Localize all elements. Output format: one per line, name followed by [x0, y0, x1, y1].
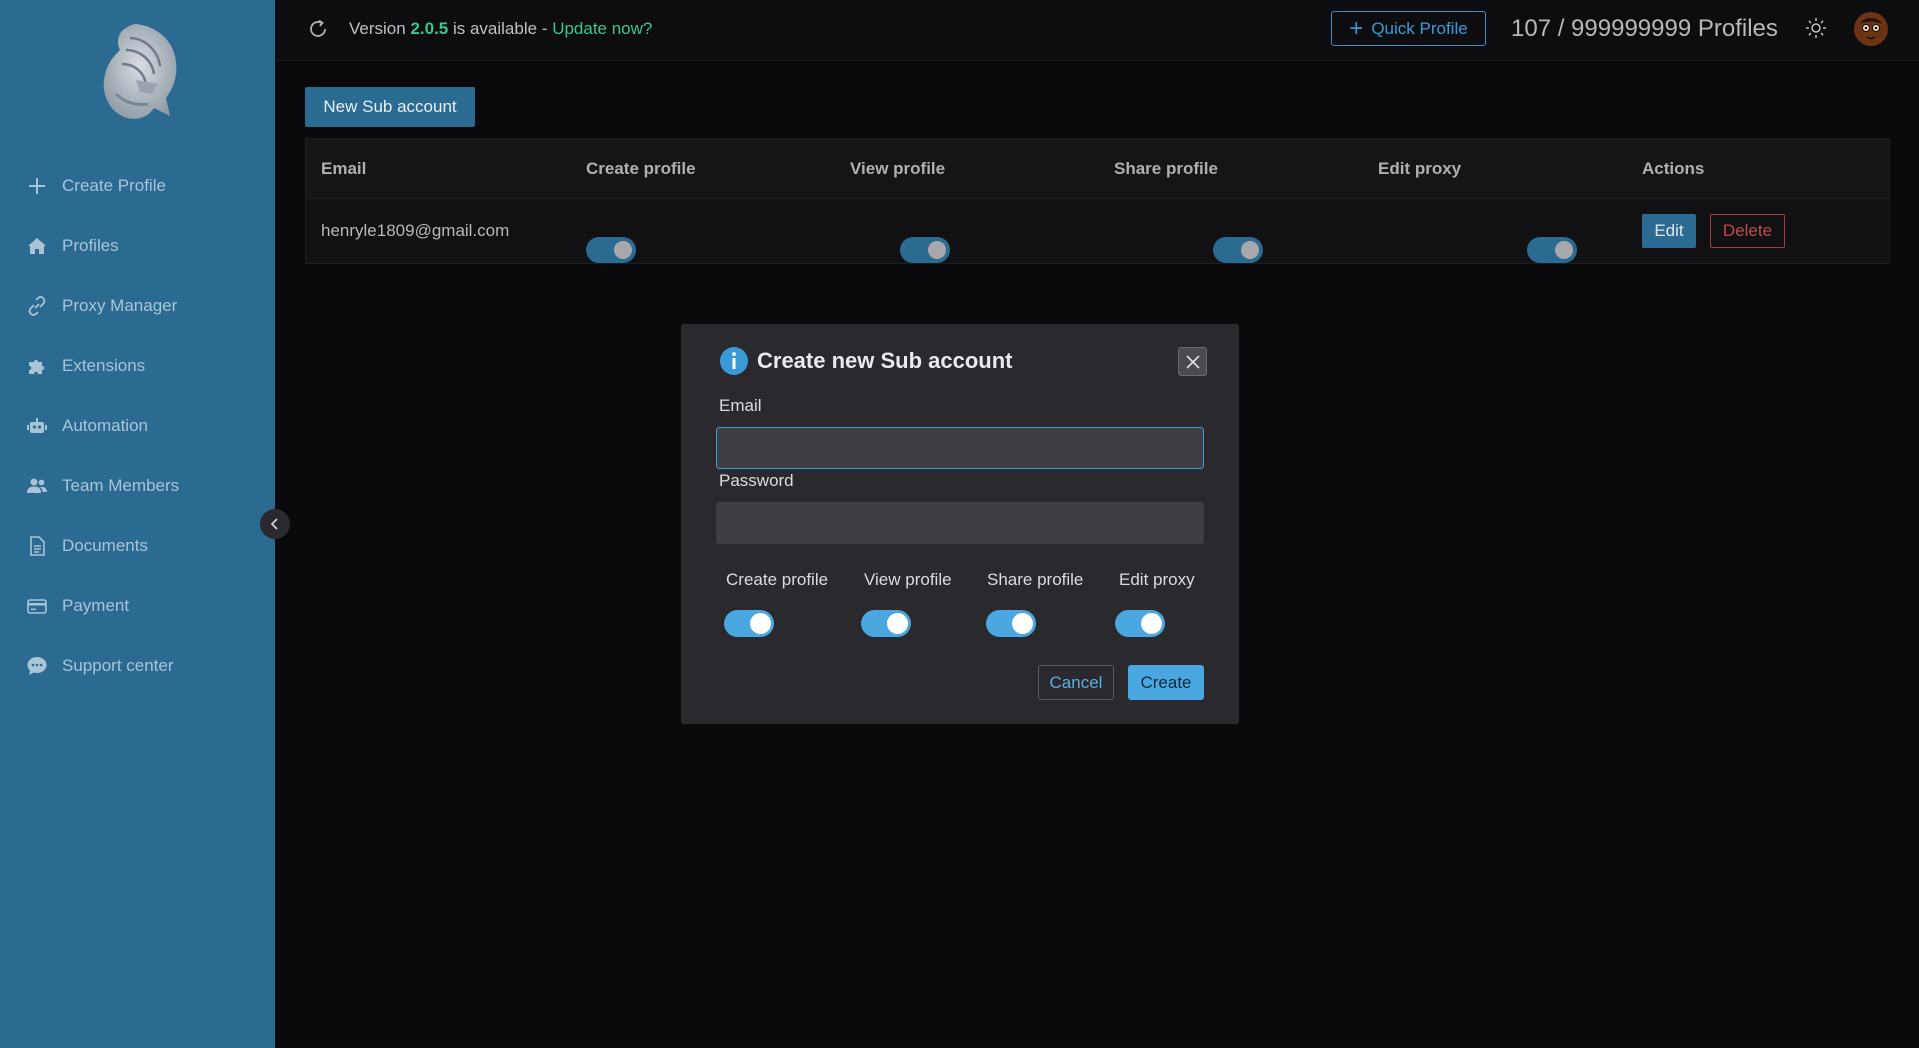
row-create-profile-toggle[interactable]	[586, 237, 636, 263]
sidebar-item-label: Payment	[62, 596, 130, 615]
column-header-share-profile: Share profile	[1114, 158, 1218, 178]
share-profile-toggle[interactable]	[986, 610, 1036, 637]
sidebar-item-proxy-manager[interactable]: Proxy Manager	[0, 276, 275, 336]
edit-button[interactable]: Edit	[1642, 214, 1696, 248]
permission-edit-proxy: Edit proxy	[1119, 570, 1195, 590]
permission-label: Edit proxy	[1119, 570, 1195, 589]
plus-icon	[29, 178, 45, 194]
sidebar-item-create-profile[interactable]: Create Profile	[0, 156, 275, 216]
sidebar-item-label: Support center	[62, 656, 174, 675]
column-header-view-profile: View profile	[850, 158, 946, 178]
row-email: henryle1809@gmail.com	[321, 221, 510, 240]
table-header: Email Create profile View profile Share …	[306, 139, 1889, 199]
sidebar-item-label: Proxy Manager	[62, 296, 178, 315]
modal-title: Create new Sub account	[719, 346, 1013, 376]
sidebar-item-support-center[interactable]: Support center	[0, 636, 275, 696]
sidebar-item-label: Extensions	[62, 356, 146, 375]
sidebar-item-label: Profiles	[62, 236, 119, 255]
email-label: Email	[719, 396, 762, 415]
version-prefix: Version	[349, 19, 411, 38]
permission-label: View profile	[864, 570, 952, 589]
quick-profile-label: Quick Profile	[1371, 18, 1468, 38]
column-header-email: Email	[321, 158, 367, 178]
delete-button[interactable]: Delete	[1710, 214, 1785, 248]
password-label: Password	[719, 471, 794, 490]
create-button[interactable]: Create	[1128, 665, 1204, 700]
sidebar: Create Profile Profiles Proxy Manager Ex…	[0, 0, 275, 1048]
sidebar-item-payment[interactable]: Payment	[0, 576, 275, 636]
version-notice: Version 2.0.5 is available - Update now?	[349, 19, 652, 39]
sidebar-item-documents[interactable]: Documents	[0, 516, 275, 576]
sun-icon[interactable]	[1805, 17, 1827, 39]
version-number: 2.0.5	[410, 19, 449, 38]
plus-icon: +	[1349, 14, 1364, 42]
version-suffix: is available -	[448, 19, 553, 38]
home-icon	[28, 238, 46, 254]
sidebar-item-profiles[interactable]: Profiles	[0, 216, 275, 276]
refresh-icon[interactable]	[307, 18, 329, 40]
credit-card-icon	[27, 599, 47, 614]
permission-share-profile: Share profile	[987, 570, 1083, 590]
sidebar-item-team-members[interactable]: Team Members	[0, 456, 275, 516]
create-profile-toggle[interactable]	[724, 610, 774, 637]
avatar[interactable]	[1854, 12, 1888, 46]
close-icon	[1185, 354, 1200, 369]
sidebar-item-label: Automation	[62, 416, 148, 435]
sidebar-item-automation[interactable]: Automation	[0, 396, 275, 456]
permission-label: Create profile	[726, 570, 829, 589]
chevron-left-icon	[270, 518, 278, 530]
sidebar-item-label: Team Members	[62, 476, 180, 495]
sidebar-item-label: Create Profile	[62, 176, 166, 195]
email-input[interactable]	[716, 427, 1204, 469]
sidebar-item-label: Documents	[62, 536, 148, 555]
info-icon	[720, 347, 748, 375]
column-header-edit-proxy: Edit proxy	[1378, 158, 1462, 178]
permission-view-profile: View profile	[864, 570, 952, 590]
cancel-button[interactable]: Cancel	[1038, 665, 1114, 700]
sidebar-collapse-button[interactable]	[260, 509, 290, 539]
modal-title-text: Create new Sub account	[757, 348, 1013, 373]
password-input[interactable]	[716, 502, 1204, 544]
permission-label: Share profile	[987, 570, 1084, 589]
create-sub-account-modal: Create new Sub account Email Password Cr…	[681, 324, 1239, 724]
edit-proxy-toggle[interactable]	[1115, 610, 1165, 637]
row-share-profile-toggle[interactable]	[1213, 237, 1263, 263]
sidebar-nav: Create Profile Profiles Proxy Manager Ex…	[0, 156, 275, 696]
profiles-count: 107 / 999999999 Profiles	[1511, 15, 1778, 42]
column-header-actions: Actions	[1642, 158, 1705, 178]
new-sub-account-button[interactable]: New Sub account	[305, 87, 475, 127]
link-icon	[28, 296, 46, 316]
column-header-create-profile: Create profile	[586, 158, 696, 178]
sub-accounts-table: Email Create profile View profile Share …	[305, 138, 1890, 264]
modal-close-button[interactable]	[1178, 347, 1207, 376]
permission-create-profile: Create profile	[726, 570, 828, 590]
update-now-link[interactable]: Update now?	[552, 19, 652, 38]
users-icon	[27, 478, 47, 493]
row-edit-proxy-toggle[interactable]	[1527, 237, 1577, 263]
chat-icon	[27, 657, 47, 675]
view-profile-toggle[interactable]	[861, 610, 911, 637]
top-bar: Version 2.0.5 is available - Update now?…	[275, 0, 1919, 61]
fox-logo-icon[interactable]	[96, 20, 182, 126]
puzzle-icon	[29, 359, 45, 374]
row-view-profile-toggle[interactable]	[900, 237, 950, 263]
sidebar-item-extensions[interactable]: Extensions	[0, 336, 275, 396]
document-icon	[30, 536, 45, 556]
quick-profile-button[interactable]: + Quick Profile	[1331, 11, 1486, 46]
table-row: henryle1809@gmail.com Edit Delete	[306, 199, 1889, 263]
avatar-face-icon	[1854, 12, 1888, 46]
robot-icon	[27, 418, 47, 433]
